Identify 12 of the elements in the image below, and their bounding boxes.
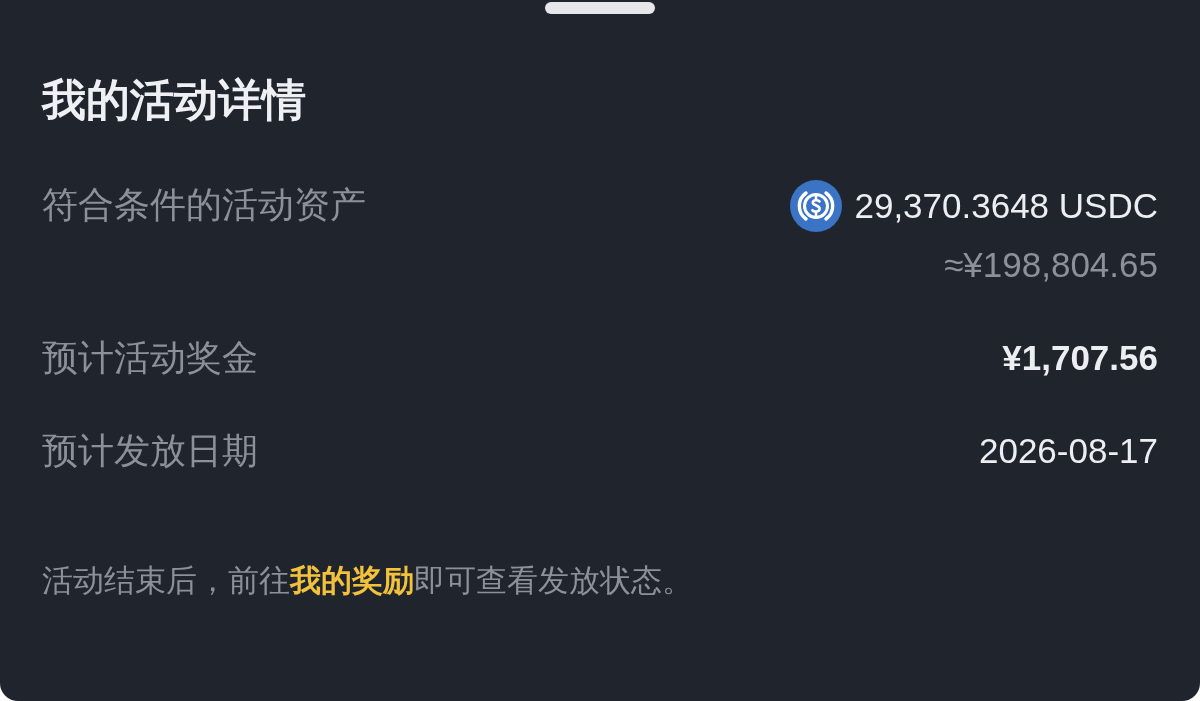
dollar-coin-icon [790,180,843,232]
asset-amount: 29,370.3648 USDC [854,185,1158,227]
footer-note: 活动结束后，前往我的奖励即可查看发放状态。 [42,562,693,600]
row-label: 符合条件的活动资产 [42,183,366,227]
row-label: 预计活动奖金 [42,336,258,380]
drag-handle[interactable] [545,2,655,14]
payout-date: 2026-08-17 [978,430,1158,472]
row-label: 预计发放日期 [42,429,258,473]
rewards-link[interactable]: 我的奖励 [290,563,414,598]
reward-amount: ¥1,707.56 [1002,337,1158,379]
sheet-title: 我的活动详情 [42,74,306,126]
converted-amount: ≈¥198,804.65 [944,244,1158,286]
